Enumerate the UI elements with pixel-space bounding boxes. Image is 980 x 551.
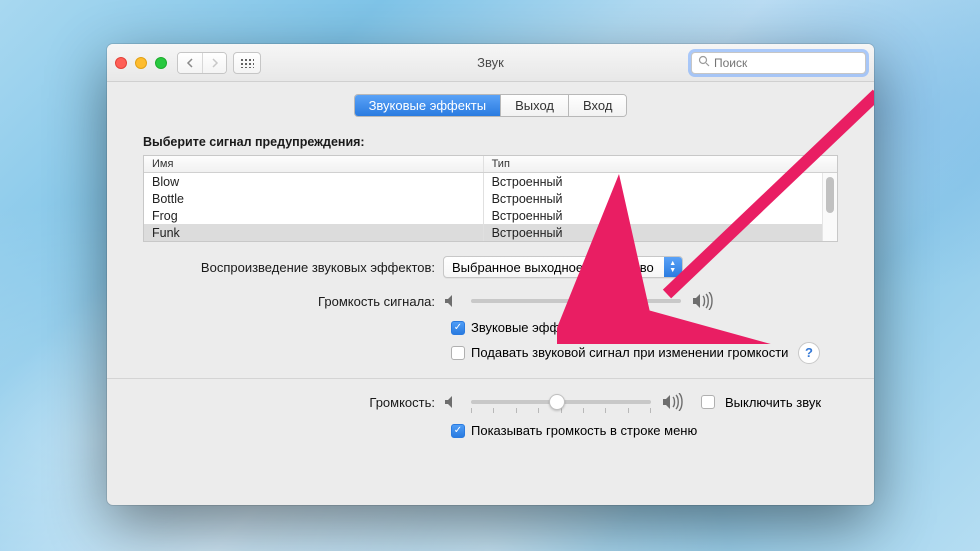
tab-output[interactable]: Выход (500, 95, 568, 116)
table-row[interactable]: Bottle Встроенный (144, 190, 837, 207)
window-title: Звук (477, 55, 504, 70)
sound-preferences-window: Звук Звуковые эффекты Выход Вход Выберит… (107, 44, 874, 505)
checkbox-volume-feedback[interactable] (451, 346, 465, 360)
col-header-type[interactable]: Тип (484, 156, 837, 172)
forward-button[interactable] (202, 53, 226, 73)
alert-sound-table: Имя Тип Blow Встроенный Bottle Встроенны… (143, 155, 838, 242)
scrollbar-thumb[interactable] (826, 177, 834, 213)
output-volume-slider[interactable] (471, 393, 651, 411)
search-icon (698, 55, 710, 70)
scrollbar[interactable] (822, 173, 837, 241)
window-controls (115, 57, 167, 69)
tab-bar: Звуковые эффекты Выход Вход (143, 94, 838, 117)
help-button[interactable]: ? (798, 342, 820, 364)
search-field[interactable] (691, 52, 866, 74)
effects-device-label: Воспроизведение звуковых эффектов: (143, 260, 443, 275)
checkbox-mute[interactable] (701, 395, 715, 409)
checkbox-mute-label: Выключить звук (725, 395, 821, 410)
alert-heading: Выберите сигнал предупреждения: (143, 135, 838, 149)
tab-sound-effects[interactable]: Звуковые эффекты (355, 95, 501, 116)
show-all-button[interactable] (233, 52, 261, 74)
speaker-low-icon (443, 293, 461, 309)
alert-volume-slider[interactable] (471, 292, 681, 310)
checkbox-ui-sounds[interactable]: ✓ (451, 321, 465, 335)
tab-input[interactable]: Вход (568, 95, 626, 116)
output-volume-label: Громкость: (143, 395, 443, 410)
divider (107, 378, 874, 379)
nav-segment (177, 52, 227, 74)
speaker-high-icon (661, 393, 685, 411)
checkbox-ui-sounds-label: Звуковые эффекты интерфейса (471, 320, 666, 335)
table-row[interactable]: Blow Встроенный (144, 173, 837, 190)
alert-volume-label: Громкость сигнала: (143, 294, 443, 309)
back-button[interactable] (178, 53, 202, 73)
minimize-window-button[interactable] (135, 57, 147, 69)
grid-icon (240, 58, 254, 68)
table-row[interactable]: Funk Встроенный (144, 224, 837, 241)
checkbox-show-in-menubar-label: Показывать громкость в строке меню (471, 423, 697, 438)
content-area: Звуковые эффекты Выход Вход Выберите сиг… (107, 82, 874, 452)
search-input[interactable] (714, 56, 869, 70)
checkbox-show-in-menubar[interactable]: ✓ (451, 424, 465, 438)
zoom-window-button[interactable] (155, 57, 167, 69)
titlebar: Звук (107, 44, 874, 82)
close-window-button[interactable] (115, 57, 127, 69)
effects-device-popup[interactable]: Выбранное выходное устройство ▲▼ (443, 256, 683, 278)
chevron-up-down-icon: ▲▼ (664, 257, 682, 277)
table-row[interactable]: Frog Встроенный (144, 207, 837, 224)
table-header: Имя Тип (144, 156, 837, 173)
col-header-name[interactable]: Имя (144, 156, 484, 172)
speaker-low-icon (443, 394, 461, 410)
checkbox-volume-feedback-label: Подавать звуковой сигнал при изменении г… (471, 345, 788, 360)
speaker-high-icon (691, 292, 715, 310)
